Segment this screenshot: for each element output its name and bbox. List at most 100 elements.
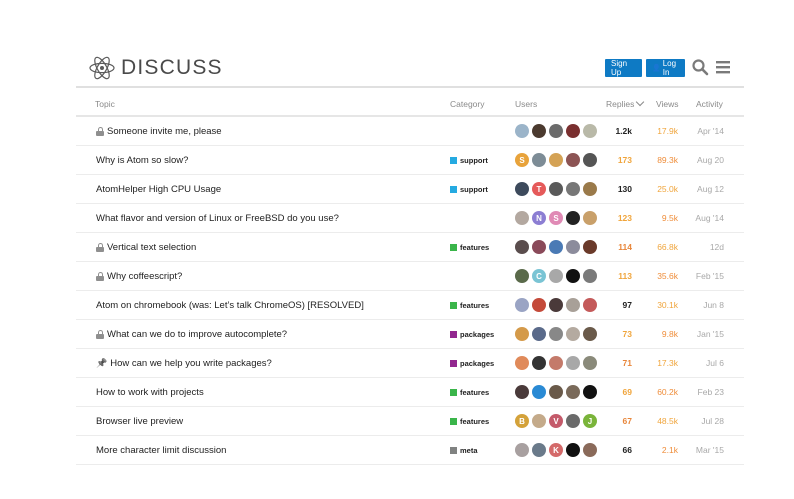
avatar[interactable] (532, 327, 546, 341)
avatar[interactable]: T (532, 182, 546, 196)
activity-date[interactable]: Aug 12 (694, 175, 724, 203)
activity-date[interactable]: Jul 6 (694, 349, 724, 377)
avatar[interactable] (566, 182, 580, 196)
activity-date[interactable]: 12d (694, 233, 724, 261)
avatar[interactable] (566, 327, 580, 341)
replies-count[interactable]: 66 (606, 436, 632, 464)
avatar[interactable] (532, 298, 546, 312)
activity-date[interactable]: Aug '14 (694, 204, 724, 232)
avatar[interactable] (583, 327, 597, 341)
avatar[interactable] (515, 385, 529, 399)
category-badge[interactable]: support (450, 175, 488, 203)
column-views[interactable]: Views (656, 99, 679, 109)
avatar[interactable]: J (583, 414, 597, 428)
avatar[interactable] (549, 124, 563, 138)
topic-row[interactable]: Why coffeescript? C 113 35.6k Feb '15 (76, 262, 744, 291)
sign-up-button[interactable]: Sign Up (605, 59, 642, 77)
replies-count[interactable]: 97 (606, 291, 632, 319)
avatar[interactable]: N (532, 211, 546, 225)
avatar[interactable] (583, 385, 597, 399)
column-topic[interactable]: Topic (95, 99, 115, 109)
topic-row[interactable]: How to work with projects features 69 60.2k… (76, 378, 744, 407)
topic-row[interactable]: Atom on chromebook (was: Let’s talk Chro… (76, 291, 744, 320)
avatar[interactable] (515, 182, 529, 196)
avatar[interactable] (532, 153, 546, 167)
avatar[interactable]: K (549, 443, 563, 457)
activity-date[interactable]: Feb '15 (694, 262, 724, 290)
avatar[interactable]: C (532, 269, 546, 283)
topic-title[interactable]: Why is Atom so slow? (96, 146, 188, 174)
topic-row[interactable]: Why is Atom so slow? support S 173 89.3k Aug … (76, 146, 744, 175)
avatar[interactable] (566, 153, 580, 167)
avatar[interactable] (515, 211, 529, 225)
topic-title-text[interactable]: Why coffeescript? (107, 271, 182, 282)
category-badge[interactable]: features (450, 378, 489, 406)
avatar[interactable] (549, 356, 563, 370)
replies-count[interactable]: 173 (606, 146, 632, 174)
column-category[interactable]: Category (450, 99, 485, 109)
avatar[interactable] (566, 356, 580, 370)
avatar[interactable] (515, 443, 529, 457)
replies-count[interactable]: 114 (606, 233, 632, 261)
topic-row[interactable]: AtomHelper High CPU Usage support T 130 25.0… (76, 175, 744, 204)
topic-title-text[interactable]: What flavor and version of Linux or Free… (96, 213, 339, 224)
avatar[interactable] (583, 182, 597, 196)
avatar[interactable] (515, 269, 529, 283)
topic-title[interactable]: How to work with projects (96, 378, 204, 406)
avatar[interactable] (515, 298, 529, 312)
topic-row[interactable]: Vertical text selection features 114 66.8k 1… (76, 233, 744, 262)
avatar[interactable] (583, 269, 597, 283)
avatar[interactable] (532, 414, 546, 428)
topic-title-text[interactable]: How can we help you write packages? (110, 358, 272, 369)
replies-count[interactable]: 113 (606, 262, 632, 290)
topic-title[interactable]: Browser live preview (96, 407, 183, 435)
avatar[interactable] (583, 443, 597, 457)
avatar[interactable] (532, 385, 546, 399)
topic-row[interactable]: What flavor and version of Linux or Free… (76, 204, 744, 233)
avatar[interactable] (549, 327, 563, 341)
category-badge[interactable]: meta (450, 436, 478, 464)
log-in-button[interactable]: 👤 Log In (646, 59, 685, 77)
category-badge[interactable]: packages (450, 349, 494, 377)
topic-row[interactable]: Someone invite me, please 1.2k 17.9k Apr '1… (76, 117, 744, 146)
avatar[interactable] (566, 298, 580, 312)
avatar[interactable] (583, 298, 597, 312)
topic-row[interactable]: What can we do to improve autocomplete? p… (76, 320, 744, 349)
topic-row[interactable]: More character limit discussion meta K 66 2.… (76, 436, 744, 465)
avatar[interactable]: S (549, 211, 563, 225)
column-activity[interactable]: Activity (696, 99, 723, 109)
topic-title[interactable]: 📌 How can we help you write packages? (96, 349, 272, 377)
topic-title[interactable]: Why coffeescript? (96, 262, 182, 290)
avatar[interactable] (566, 269, 580, 283)
topic-row[interactable]: Browser live preview features B V J 67 48.5k Ju… (76, 407, 744, 436)
topic-title-text[interactable]: AtomHelper High CPU Usage (96, 184, 221, 195)
topic-title-text[interactable]: How to work with projects (96, 387, 204, 398)
category-badge[interactable]: support (450, 146, 488, 174)
topic-title-text[interactable]: More character limit discussion (96, 445, 226, 456)
activity-date[interactable]: Jun 8 (694, 291, 724, 319)
avatar[interactable] (549, 269, 563, 283)
topic-title-text[interactable]: Vertical text selection (107, 242, 196, 253)
topic-title-text[interactable]: Someone invite me, please (107, 126, 222, 137)
avatar[interactable] (566, 211, 580, 225)
topic-title[interactable]: AtomHelper High CPU Usage (96, 175, 221, 203)
avatar[interactable] (583, 240, 597, 254)
avatar[interactable]: B (515, 414, 529, 428)
avatar[interactable] (566, 240, 580, 254)
avatar[interactable] (532, 124, 546, 138)
topic-title[interactable]: Someone invite me, please (96, 117, 222, 145)
avatar[interactable] (549, 240, 563, 254)
avatar[interactable] (549, 385, 563, 399)
avatar[interactable] (532, 240, 546, 254)
category-badge[interactable]: packages (450, 320, 494, 348)
site-logo[interactable]: DISCUSS (88, 54, 223, 82)
category-badge[interactable]: features (450, 407, 489, 435)
avatar[interactable] (549, 182, 563, 196)
topic-row[interactable]: 📌 How can we help you write packages? pack… (76, 349, 744, 378)
topic-title[interactable]: Atom on chromebook (was: Let’s talk Chro… (96, 291, 364, 319)
avatar[interactable] (515, 356, 529, 370)
avatar[interactable] (566, 443, 580, 457)
avatar[interactable] (583, 153, 597, 167)
avatar[interactable] (583, 124, 597, 138)
replies-count[interactable]: 69 (606, 378, 632, 406)
